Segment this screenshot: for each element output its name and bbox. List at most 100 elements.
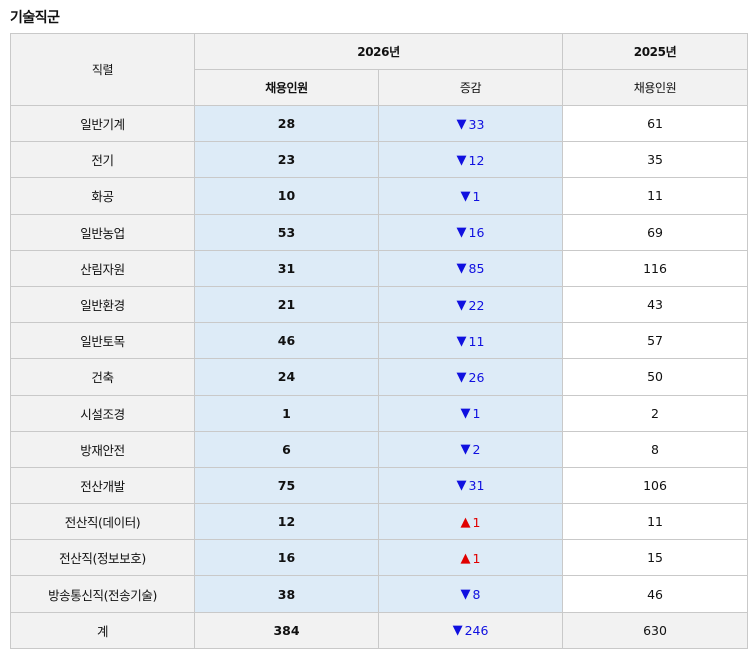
- table-row: 전산직(정보보호) 16 ▲ 1 15: [10, 539, 749, 577]
- change-value: 8: [472, 587, 481, 603]
- table-row: 건축 24 ▼ 26 50: [10, 358, 749, 396]
- triangle-down-icon: ▼: [456, 116, 467, 132]
- hire-2026-cell: 38: [194, 575, 379, 613]
- table-row: 전기 23 ▼ 12 35: [10, 141, 749, 179]
- hire-2026-cell: 24: [194, 358, 379, 396]
- hire-2025-cell: 11: [562, 503, 749, 541]
- job-cell: 일반토목: [10, 322, 195, 360]
- change-cell: ▼ 12: [377, 141, 564, 179]
- hire-2025-cell: 50: [562, 358, 749, 396]
- total-row: 계 384 ▼ 246 630: [10, 611, 749, 649]
- job-cell: 전기: [10, 141, 195, 179]
- change-value: 2: [472, 442, 481, 458]
- hire-2025-cell: 57: [562, 322, 749, 360]
- job-cell: 전산직(정보보호): [10, 539, 195, 577]
- change-cell: ▼ 26: [377, 358, 564, 396]
- hire-2025-cell: 106: [562, 466, 749, 505]
- triangle-down-icon: ▼: [452, 623, 463, 639]
- job-cell: 화공: [10, 177, 195, 215]
- triangle-up-icon: ▲: [460, 514, 471, 530]
- job-cell: 건축: [10, 358, 195, 396]
- hire-2025-cell: 43: [562, 285, 749, 324]
- header-change: 증감: [377, 69, 564, 106]
- hire-2026-cell: 10: [194, 177, 379, 215]
- change-cell: ▼ 246: [377, 611, 564, 649]
- table-row: 일반환경 21 ▼ 22 43: [10, 285, 749, 324]
- change-value: 31: [468, 478, 485, 494]
- change-cell: ▼ 16: [377, 213, 564, 251]
- change-value: 1: [472, 188, 481, 204]
- header-hire-2025: 채용인원: [562, 69, 749, 106]
- change-cell: ▼ 8: [377, 575, 564, 613]
- table-row: 전산개발 75 ▼ 31 106: [10, 466, 749, 505]
- table-row: 산림자원 31 ▼ 85 116: [10, 249, 749, 287]
- change-value: 12: [468, 152, 485, 168]
- hire-2026-cell: 1: [194, 394, 379, 432]
- hire-2026-cell: 21: [194, 285, 379, 324]
- table-row: 화공 10 ▼ 1 11: [10, 177, 749, 215]
- job-cell: 방송통신직(전송기술): [10, 575, 195, 613]
- hire-2025-cell: 46: [562, 575, 749, 613]
- change-cell: ▲ 1: [377, 539, 564, 577]
- hire-2026-cell: 75: [194, 466, 379, 505]
- table-row: 전산직(데이터) 12 ▲ 1 11: [10, 503, 749, 541]
- hire-2026-cell: 46: [194, 322, 379, 360]
- table-row: 시설조경 1 ▼ 1 2: [10, 394, 749, 432]
- job-cell: 일반농업: [10, 213, 195, 251]
- change-value: 246: [464, 623, 489, 639]
- triangle-down-icon: ▼: [456, 478, 467, 494]
- triangle-down-icon: ▼: [460, 188, 471, 204]
- change-cell: ▼ 22: [377, 285, 564, 324]
- hire-2026-cell: 384: [194, 611, 379, 649]
- hire-2025-cell: 15: [562, 539, 749, 577]
- job-cell: 방재안전: [10, 430, 195, 468]
- hire-2026-cell: 23: [194, 141, 379, 179]
- hire-2025-cell: 8: [562, 430, 749, 468]
- hire-2026-cell: 31: [194, 249, 379, 287]
- header-year-2025: 2025년: [562, 33, 749, 70]
- header-year-2026: 2026년: [193, 33, 564, 70]
- triangle-down-icon: ▼: [460, 587, 471, 603]
- table-row: 일반기계 28 ▼ 33 61: [10, 104, 749, 143]
- triangle-down-icon: ▼: [456, 261, 467, 277]
- hire-2026-cell: 28: [194, 104, 379, 143]
- change-cell: ▼ 1: [377, 177, 564, 215]
- job-cell: 계: [10, 611, 195, 649]
- job-cell: 산림자원: [10, 249, 195, 287]
- triangle-down-icon: ▼: [456, 333, 467, 349]
- change-value: 11: [468, 333, 485, 349]
- change-value: 85: [468, 261, 485, 277]
- change-value: 26: [468, 369, 485, 385]
- table-row: 방송통신직(전송기술) 38 ▼ 8 46: [10, 575, 749, 613]
- change-cell: ▼ 33: [377, 104, 564, 143]
- section-title: 기술직군: [10, 10, 60, 26]
- triangle-down-icon: ▼: [460, 406, 471, 422]
- hire-2025-cell: 35: [562, 141, 749, 179]
- change-cell: ▼ 31: [377, 466, 564, 505]
- hire-2026-cell: 16: [194, 539, 379, 577]
- change-value: 16: [468, 225, 485, 241]
- hiring-table: 직렬 2026년 2025년 채용인원 증감 채용인원 일반기계 28 ▼ 33 61 전…: [10, 33, 749, 649]
- hire-2025-cell: 2: [562, 394, 749, 432]
- change-value: 22: [468, 297, 485, 313]
- header-hire-2026: 채용인원: [194, 69, 379, 106]
- change-cell: ▼ 2: [377, 430, 564, 468]
- change-cell: ▲ 1: [377, 503, 564, 541]
- hire-2025-cell: 61: [562, 104, 749, 143]
- hire-2025-cell: 69: [562, 213, 749, 251]
- triangle-down-icon: ▼: [456, 297, 467, 313]
- triangle-down-icon: ▼: [456, 152, 467, 168]
- change-value: 1: [472, 550, 481, 566]
- hire-2025-cell: 630: [562, 611, 749, 649]
- hire-2026-cell: 53: [194, 213, 379, 251]
- change-value: 1: [472, 514, 481, 530]
- change-value: 1: [472, 406, 481, 422]
- change-cell: ▼ 1: [377, 394, 564, 432]
- triangle-down-icon: ▼: [460, 442, 471, 458]
- triangle-down-icon: ▼: [456, 369, 467, 385]
- header-job: 직렬: [10, 33, 195, 106]
- change-cell: ▼ 11: [377, 322, 564, 360]
- triangle-down-icon: ▼: [456, 225, 467, 241]
- job-cell: 전산직(데이터): [10, 503, 195, 541]
- table-row: 방재안전 6 ▼ 2 8: [10, 430, 749, 468]
